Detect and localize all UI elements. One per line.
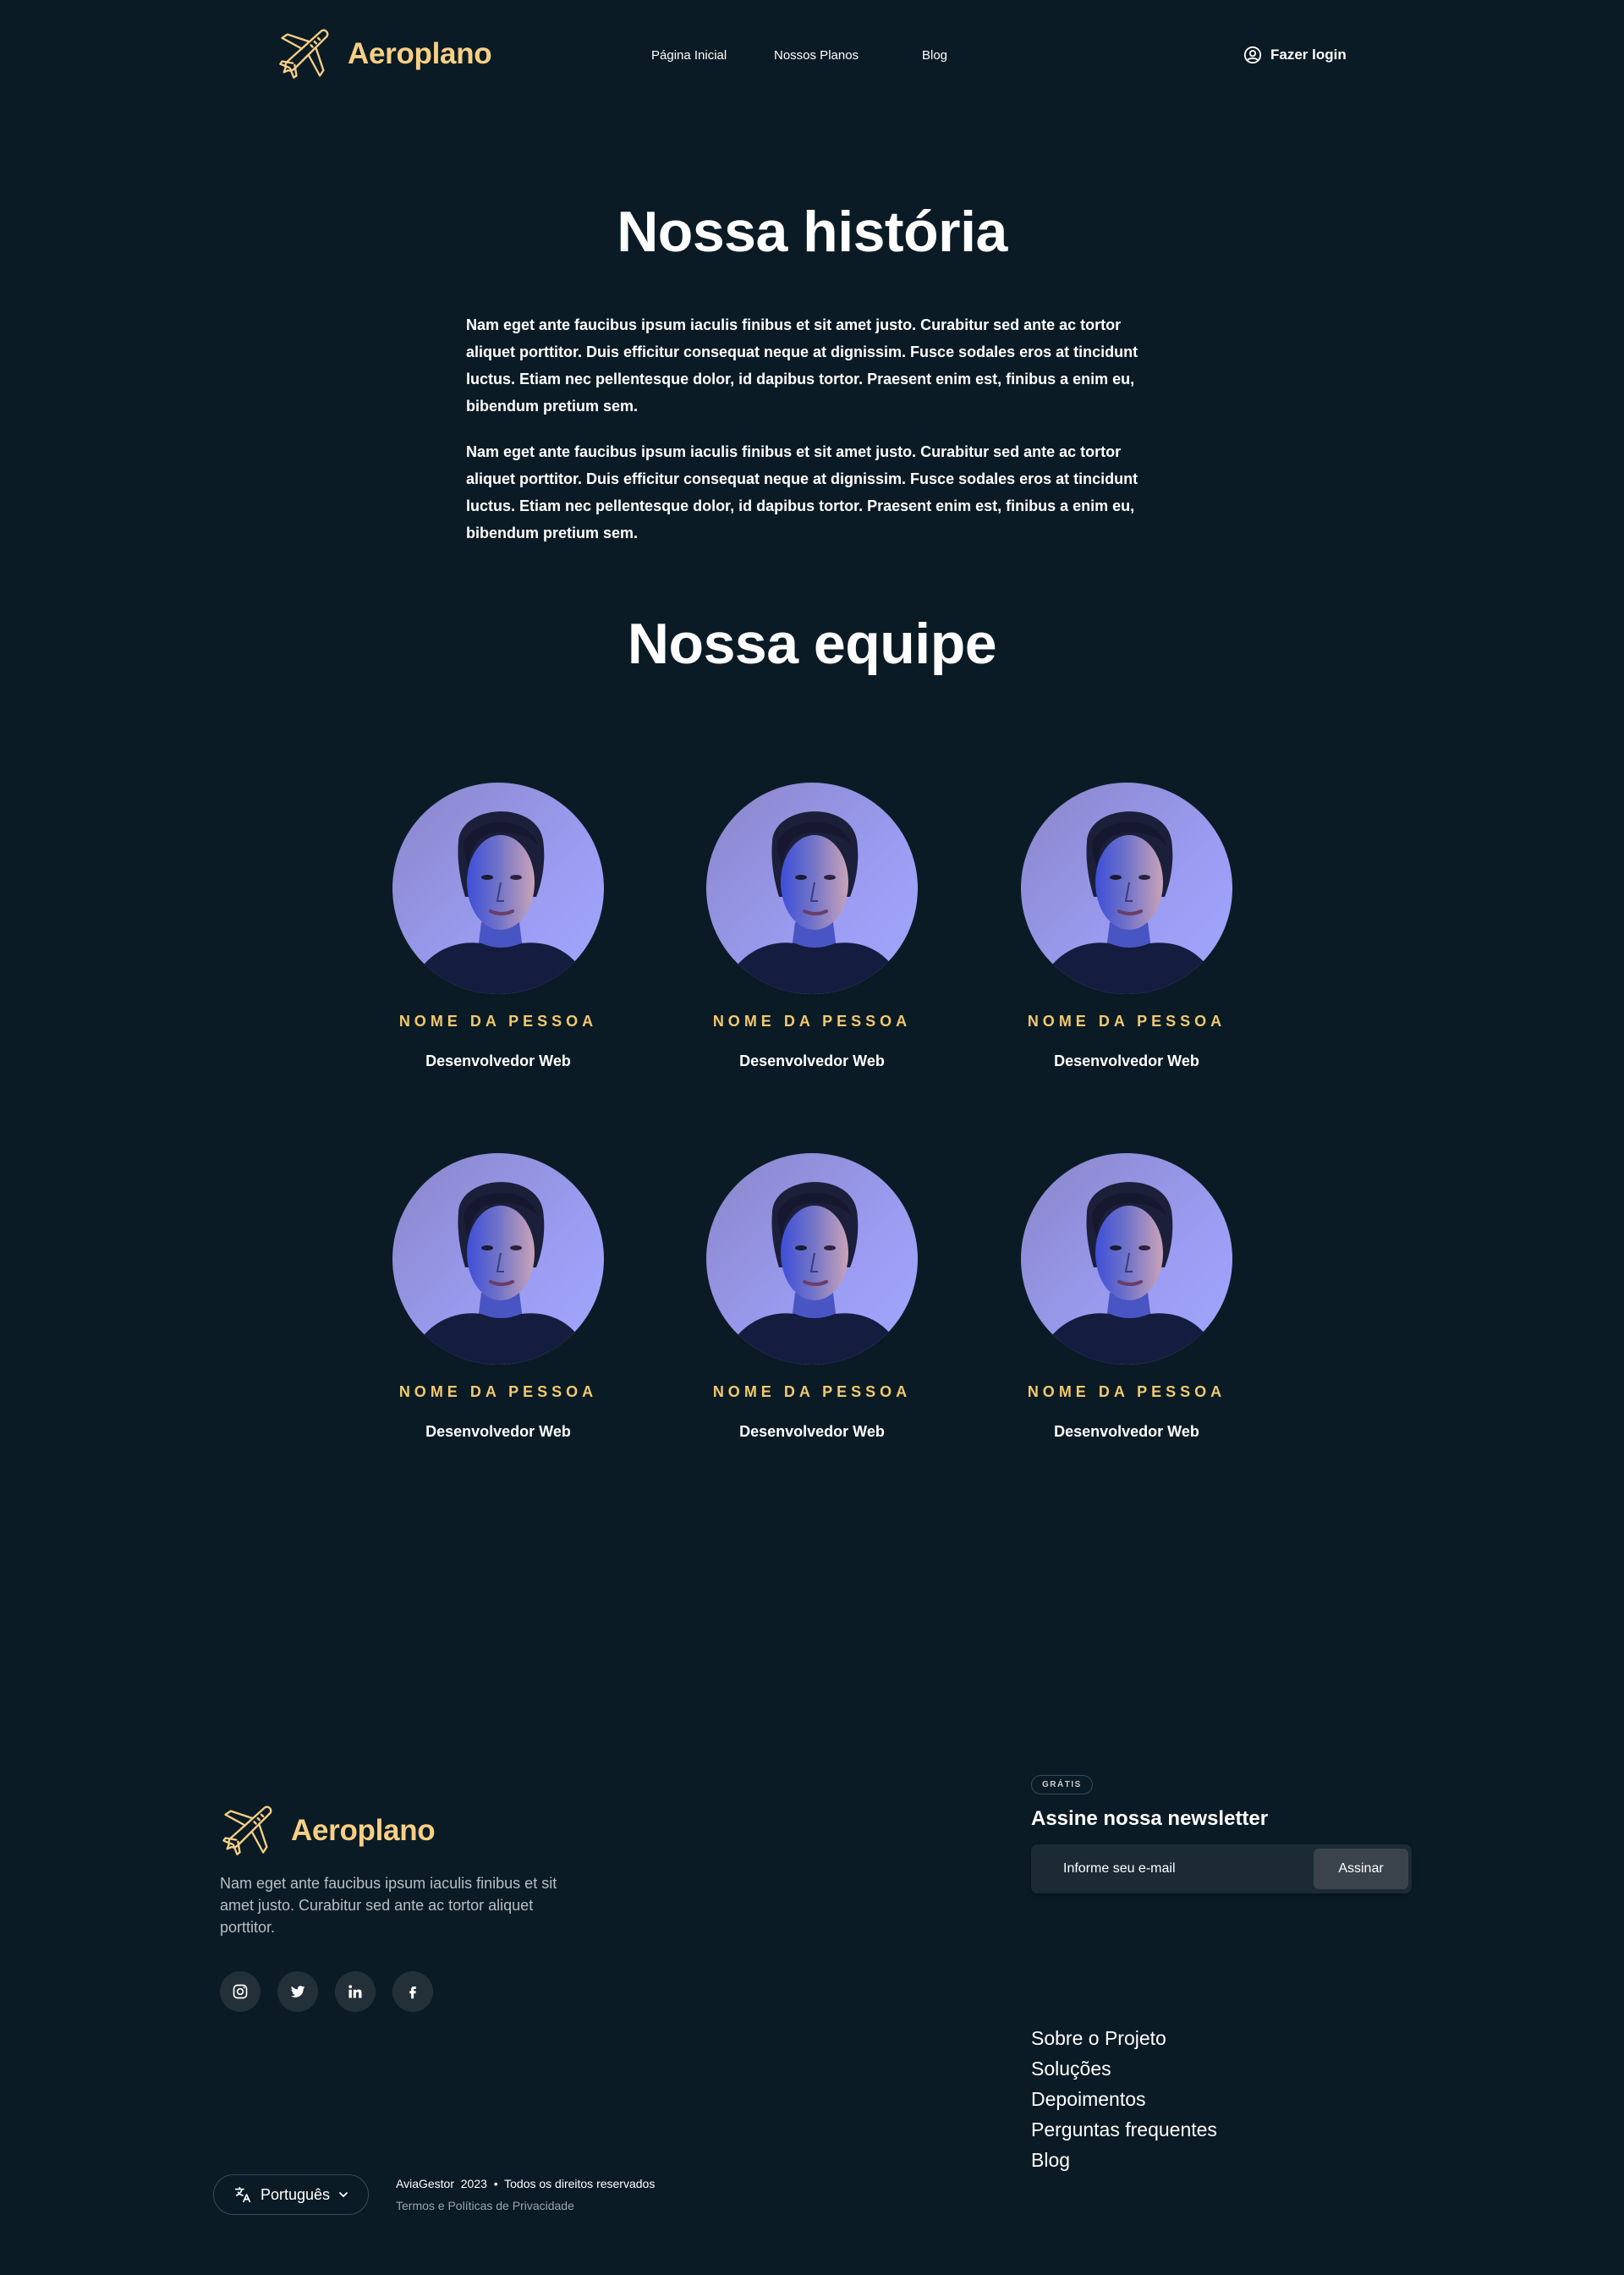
facebook-icon[interactable] (392, 1971, 433, 2012)
language-label: Português (260, 2185, 331, 2203)
chevron-down-icon (339, 2192, 348, 2197)
member-photo (1021, 1153, 1232, 1365)
footer-description: Nam eget ante faucibus ipsum iaculis fin… (220, 1875, 557, 1936)
team-title: Nossa equipe (627, 612, 997, 676)
member-role: Desenvolvedor Web (1054, 1052, 1199, 1069)
twitter-icon[interactable] (277, 1971, 318, 2012)
login-label: Fazer login (1270, 47, 1347, 63)
member-role: Desenvolvedor Web (1054, 1423, 1199, 1440)
nav-item-home[interactable]: Página Inicial (651, 48, 727, 63)
footer-link-about[interactable]: Sobre o Projeto (1031, 2023, 1217, 2053)
member-photo (392, 1153, 604, 1365)
login-button[interactable]: Fazer login (1243, 46, 1347, 64)
member-name: NOME DA PESSOA (398, 1013, 598, 1030)
member-name: NOME DA PESSOA (712, 1383, 912, 1400)
member-name: NOME DA PESSOA (1027, 1013, 1226, 1030)
member-photo (392, 783, 604, 994)
footer-link-testimonials[interactable]: Depoimentos (1031, 2084, 1217, 2114)
team-member-card: NOME DA PESSOA Desenvolvedor Web (702, 1153, 922, 1441)
footer-link-blog[interactable]: Blog (1031, 2145, 1217, 2175)
member-name: NOME DA PESSOA (1027, 1383, 1226, 1400)
member-name: NOME DA PESSOA (712, 1013, 912, 1030)
linkedin-icon[interactable] (335, 1971, 376, 2012)
instagram-icon[interactable] (220, 1971, 261, 2012)
translate-icon (234, 2186, 251, 2203)
nav-item-blog[interactable]: Blog (922, 48, 947, 63)
footer-brand-name: Aeroplano (291, 1814, 436, 1847)
newsletter-form: Assinar (1031, 1844, 1412, 1893)
brand-name: Aeroplano (348, 37, 492, 70)
footer-logo[interactable]: Aeroplano (218, 1802, 436, 1860)
social-links (220, 1971, 433, 2012)
member-role: Desenvolvedor Web (425, 1052, 571, 1069)
member-role: Desenvolvedor Web (739, 1423, 885, 1440)
language-selector[interactable]: Português (213, 2174, 369, 2215)
airplane-logo-icon (218, 1802, 276, 1860)
member-name: NOME DA PESSOA (398, 1383, 598, 1400)
newsletter-email-input[interactable] (1063, 1861, 1283, 1877)
airplane-logo-icon (275, 25, 332, 83)
header-logo[interactable]: Aeroplano (275, 25, 492, 83)
team-member-card: NOME DA PESSOA Desenvolvedor Web (388, 1153, 608, 1441)
free-badge: GRÁTIS (1031, 1775, 1093, 1794)
team-member-card: NOME DA PESSOA Desenvolvedor Web (388, 783, 608, 1070)
team-member-card: NOME DA PESSOA Desenvolvedor Web (1017, 1153, 1237, 1441)
member-role: Desenvolvedor Web (425, 1423, 571, 1440)
legal-info: AviaGestor 2023 • Todos os direitos rese… (396, 2177, 655, 2212)
subscribe-button[interactable]: Assinar (1314, 1849, 1408, 1889)
story-paragraph: Nam eget ante faucibus ipsum iaculis fin… (466, 443, 1138, 541)
member-photo (1021, 783, 1232, 994)
newsletter-title: Assine nossa newsletter (1031, 1807, 1269, 1830)
team-member-card: NOME DA PESSOA Desenvolvedor Web (1017, 783, 1237, 1070)
member-photo (706, 1153, 918, 1365)
member-photo (706, 783, 918, 994)
member-role: Desenvolvedor Web (739, 1052, 885, 1069)
footer-links: Sobre o Projeto Soluções Depoimentos Per… (1031, 2023, 1217, 2175)
footer-link-faq[interactable]: Perguntas frequentes (1031, 2114, 1217, 2145)
story-paragraph: Nam eget ante faucibus ipsum iaculis fin… (466, 316, 1138, 415)
team-member-card: NOME DA PESSOA Desenvolvedor Web (702, 783, 922, 1070)
user-circle-icon (1243, 46, 1262, 64)
story-title: Nossa história (617, 200, 1007, 264)
footer-link-solutions[interactable]: Soluções (1031, 2053, 1217, 2084)
story-text: Nam eget ante faucibus ipsum iaculis fin… (466, 311, 1160, 547)
terms-link[interactable]: Termos e Políticas de Privacidade (396, 2199, 655, 2212)
copyright-text: AviaGestor 2023 • Todos os direitos rese… (396, 2177, 656, 2190)
nav-item-plans[interactable]: Nossos Planos (774, 48, 859, 63)
